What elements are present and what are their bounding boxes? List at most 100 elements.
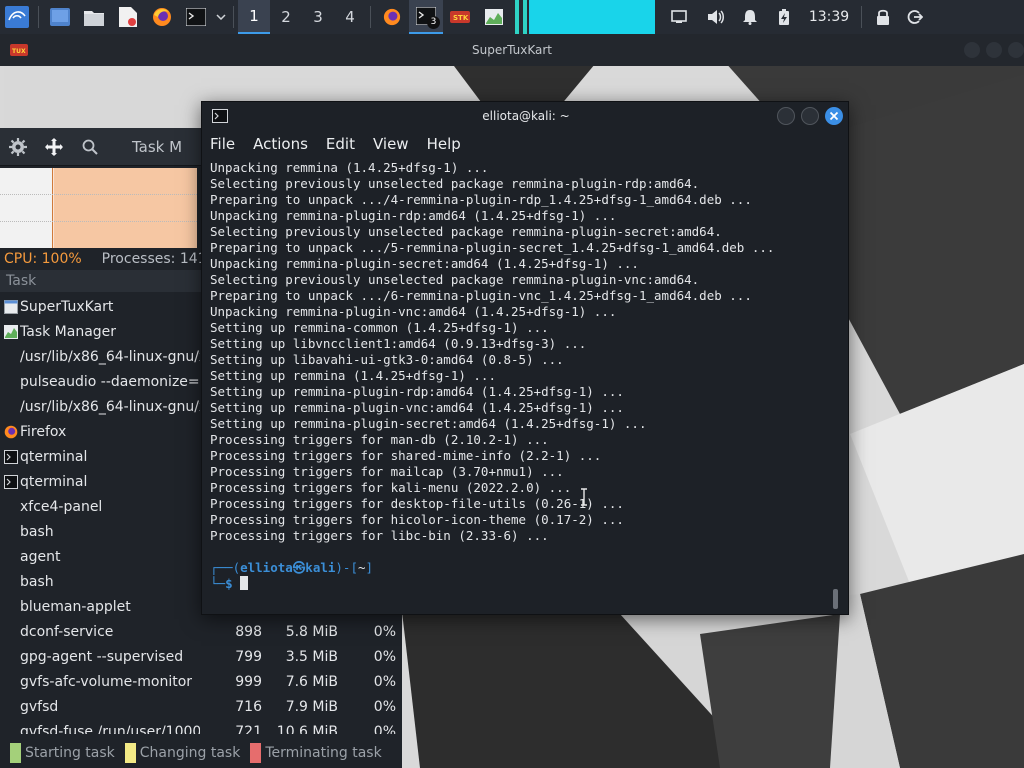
process-row[interactable]: gvfsd-fuse /run/user/1000/g... 721 10.6 Mi… — [0, 719, 402, 735]
supertuxkart-titlebar[interactable]: TUX SuperTuxKart — [0, 34, 1024, 66]
cpu-usage-label: CPU: 100% — [4, 251, 82, 267]
panel-separator — [233, 6, 234, 28]
notifications-tray-button[interactable] — [659, 0, 699, 34]
process-name: bash — [20, 523, 54, 540]
terminal-line: Processing triggers for libc-bin (2.33-6… — [210, 528, 549, 543]
process-name: /usr/lib/x86_64-linux-gnu/x — [20, 398, 200, 415]
volume-button[interactable] — [699, 0, 733, 34]
process-name: gvfs-afc-volume-monitor — [20, 673, 193, 690]
taskbar-supertuxkart[interactable]: STK — [443, 0, 477, 34]
process-row[interactable]: gvfs-afc-volume-monitor 999 7.6 MiB 0% — [0, 669, 402, 694]
maximize-button[interactable] — [801, 107, 819, 125]
taskbar-task-manager[interactable] — [477, 0, 511, 34]
process-memory: 7.9 MiB — [285, 698, 338, 715]
terminal-title: elliota@kali: ~ — [482, 109, 570, 123]
workspace-4[interactable]: 4 — [334, 0, 366, 34]
menu-view[interactable]: View — [373, 135, 409, 153]
menu-edit[interactable]: Edit — [326, 135, 355, 153]
cpu-history-graph — [0, 168, 197, 248]
terminal-menubar: File Actions Edit View Help — [202, 130, 848, 158]
taskmanager-icon — [485, 9, 503, 25]
terminal-lines: Unpacking remmina (1.4.25+dfsg-1) ... Sel… — [210, 160, 848, 544]
terminal-output[interactable]: Unpacking remmina (1.4.25+dfsg-1) ... Sel… — [202, 160, 848, 614]
text-editor-launcher[interactable] — [111, 0, 145, 34]
identify-window-button[interactable] — [36, 128, 72, 166]
menu-actions[interactable]: Actions — [253, 135, 308, 153]
lock-screen-button[interactable] — [866, 0, 900, 34]
terminal-icon — [186, 8, 206, 26]
menu-help[interactable]: Help — [427, 135, 461, 153]
terminal-line: Setting up remmina-common (1.4.25+dfsg-1… — [210, 320, 549, 335]
process-pid: 999 — [235, 673, 262, 690]
file-manager-launcher[interactable] — [77, 0, 111, 34]
terminal-line: Processing triggers for kali-menu (2022.… — [210, 480, 572, 495]
search-button[interactable] — [72, 128, 108, 166]
terminal-titlebar[interactable]: elliota@kali: ~ — [202, 102, 848, 130]
workspace-1[interactable]: 1 — [238, 0, 270, 34]
maximize-button[interactable] — [986, 42, 1002, 58]
process-row[interactable]: gvfsd 716 7.9 MiB 0% — [0, 694, 402, 719]
terminal-line: Unpacking remmina-plugin-rdp:amd64 (1.4.… — [210, 208, 617, 223]
terminal-line: Unpacking remmina-plugin-secret:amd64 (1… — [210, 256, 639, 271]
process-name: qterminal — [20, 448, 88, 465]
process-pid: 898 — [235, 623, 262, 640]
process-name: bash — [20, 573, 54, 590]
process-pid: 716 — [235, 698, 262, 715]
process-name: gvfsd-fuse /run/user/1000/g... — [20, 723, 200, 735]
terminal-line: Selecting previously unselected package … — [210, 224, 722, 239]
terminal-line: Processing triggers for hicolor-icon-the… — [210, 512, 624, 527]
terminal-launcher-dropdown[interactable] — [213, 0, 229, 34]
process-cpu: 0% — [373, 698, 396, 715]
taskbar-terminal-group[interactable]: 3 — [409, 0, 443, 34]
process-row[interactable]: gpg-agent --supervised 799 3.5 MiB 0% — [0, 644, 402, 669]
terminal-scrollbar[interactable] — [833, 589, 838, 609]
taskbar-firefox[interactable] — [375, 0, 409, 34]
process-name: gvfsd — [20, 698, 59, 715]
terminal-line: Selecting previously unselected package … — [210, 272, 700, 287]
kali-menu-button[interactable] — [0, 0, 34, 34]
prompt-line-2: └─$ — [210, 576, 848, 592]
process-cpu: 0% — [373, 623, 396, 640]
top-panel: 1 2 3 4 3 STK 13:39 — [0, 0, 1024, 34]
terminal-line: Unpacking remmina-plugin-vnc:amd64 (1.4.… — [210, 304, 617, 319]
terminal-icon — [4, 449, 18, 464]
terminal-line: Selecting previously unselected package … — [210, 176, 700, 191]
display-icon — [671, 10, 687, 23]
show-desktop-button[interactable] — [43, 0, 77, 34]
crosshair-icon — [45, 137, 63, 156]
terminal-launcher[interactable] — [179, 0, 213, 34]
window-icon — [4, 299, 18, 314]
close-button[interactable] — [825, 107, 843, 125]
workspace-2[interactable]: 2 — [270, 0, 302, 34]
supertuxkart-content[interactable] — [4, 66, 200, 128]
terminal-line: Setting up remmina-plugin-rdp:amd64 (1.4… — [210, 384, 624, 399]
terminal-line: Preparing to unpack .../6-remmina-plugin… — [210, 288, 752, 303]
terminal-line: Processing triggers for shared-mime-info… — [210, 448, 602, 463]
process-row[interactable]: dconf-service 898 5.8 MiB 0% — [0, 619, 402, 644]
panel-separator — [370, 6, 371, 28]
terminal-line: Preparing to unpack .../5-remmina-plugin… — [210, 240, 775, 255]
terminal-line: Unpacking remmina (1.4.25+dfsg-1) ... — [210, 160, 489, 175]
minimize-button[interactable] — [777, 107, 795, 125]
bell-icon — [743, 10, 757, 25]
menu-file[interactable]: File — [210, 135, 235, 153]
text-cursor — [240, 576, 249, 590]
firefox-launcher[interactable] — [145, 0, 179, 34]
close-icon — [829, 111, 839, 121]
supertuxkart-title: SuperTuxKart — [471, 43, 553, 57]
terminal-line: Processing triggers for desktop-file-uti… — [210, 496, 624, 511]
battery-button[interactable] — [767, 0, 801, 34]
folder-icon — [84, 11, 104, 26]
settings-button[interactable] — [0, 128, 36, 166]
clock[interactable]: 13:39 — [801, 0, 857, 34]
ibeam-cursor-icon — [579, 488, 589, 509]
notification-button[interactable] — [733, 0, 767, 34]
workspace-3[interactable]: 3 — [302, 0, 334, 34]
process-name: Task Manager — [20, 323, 117, 340]
minimize-button[interactable] — [964, 42, 980, 58]
close-button[interactable] — [1008, 42, 1024, 58]
process-name: dconf-service — [20, 623, 114, 640]
process-cpu: 0% — [373, 673, 396, 690]
legend-swatch — [10, 743, 21, 763]
logout-button[interactable] — [900, 0, 930, 34]
